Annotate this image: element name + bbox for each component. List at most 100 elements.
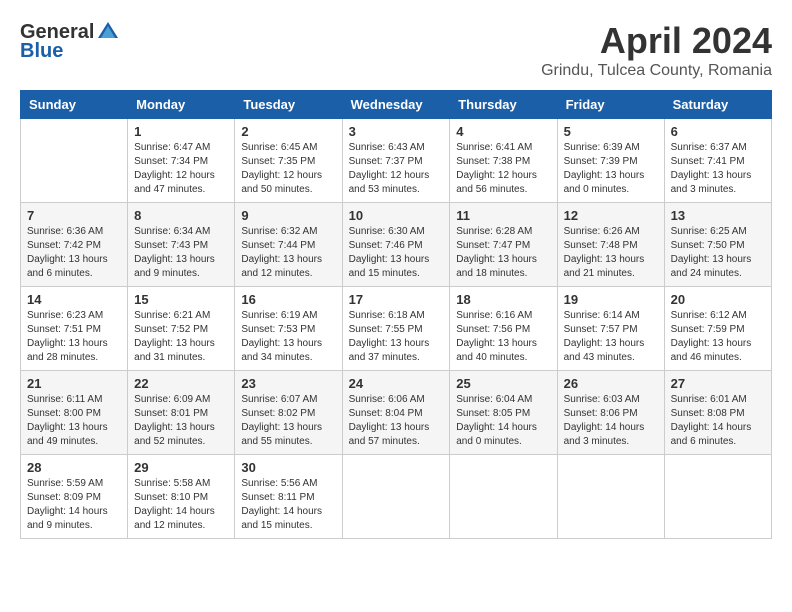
column-header-thursday: Thursday [450,91,557,119]
day-info: Sunrise: 6:32 AM Sunset: 7:44 PM Dayligh… [241,225,335,281]
day-number: 22 [134,376,228,391]
day-number: 25 [456,376,550,391]
day-info: Sunrise: 6:26 AM Sunset: 7:48 PM Dayligh… [564,225,658,281]
calendar-table: SundayMondayTuesdayWednesdayThursdayFrid… [20,90,772,539]
day-info: Sunrise: 6:34 AM Sunset: 7:43 PM Dayligh… [134,225,228,281]
calendar-cell: 15Sunrise: 6:21 AM Sunset: 7:52 PM Dayli… [128,287,235,371]
calendar-header-row: SundayMondayTuesdayWednesdayThursdayFrid… [21,91,772,119]
calendar-cell: 24Sunrise: 6:06 AM Sunset: 8:04 PM Dayli… [342,371,450,455]
calendar-cell: 18 Sunrise: 6:16 AM Sunset: 7:56 PM Dayli… [450,287,557,371]
calendar-cell: 9 Sunrise: 6:32 AM Sunset: 7:44 PM Daylig… [235,203,342,287]
calendar-week-2: 7 Sunrise: 6:36 AM Sunset: 7:42 PM Daylig… [21,203,772,287]
day-info: Sunrise: 6:43 AM Sunset: 7:37 PM Dayligh… [349,141,444,197]
day-info: Sunrise: 6:45 AM Sunset: 7:35 PM Dayligh… [241,141,335,197]
day-number: 19 [564,292,658,307]
calendar-cell: 13 Sunrise: 6:25 AM Sunset: 7:50 PM Dayli… [664,203,771,287]
day-info: Sunrise: 5:59 AM Sunset: 8:09 PM Dayligh… [27,477,121,533]
day-info: Sunrise: 6:47 AM Sunset: 7:34 PM Dayligh… [134,141,228,197]
location: Grindu, Tulcea County, Romania [541,62,772,80]
calendar-cell: 27 Sunrise: 6:01 AM Sunset: 8:08 PM Dayli… [664,371,771,455]
calendar-cell: 20 Sunrise: 6:12 AM Sunset: 7:59 PM Dayli… [664,287,771,371]
calendar-cell: 19 Sunrise: 6:14 AM Sunset: 7:57 PM Dayli… [557,287,664,371]
logo-icon [96,20,120,44]
calendar-cell: 25 Sunrise: 6:04 AM Sunset: 8:05 PM Dayli… [450,371,557,455]
title-block: April 2024 Grindu, Tulcea County, Romani… [541,20,772,80]
calendar-cell: 10 Sunrise: 6:30 AM Sunset: 7:46 PM Dayli… [342,203,450,287]
day-info: Sunrise: 6:01 AM Sunset: 8:08 PM Dayligh… [671,393,765,449]
day-number: 2 [241,124,335,139]
day-number: 30 [241,460,335,475]
day-number: 23 [241,376,335,391]
calendar-cell: 8Sunrise: 6:34 AM Sunset: 7:43 PM Daylig… [128,203,235,287]
calendar-cell: 30 Sunrise: 5:56 AM Sunset: 8:11 PM Dayli… [235,455,342,539]
calendar-cell [342,455,450,539]
day-number: 6 [671,124,765,139]
day-info: Sunrise: 6:14 AM Sunset: 7:57 PM Dayligh… [564,309,658,365]
calendar-cell: 17Sunrise: 6:18 AM Sunset: 7:55 PM Dayli… [342,287,450,371]
logo-blue-text: Blue [20,40,63,63]
day-info: Sunrise: 5:56 AM Sunset: 8:11 PM Dayligh… [241,477,335,533]
day-info: Sunrise: 6:25 AM Sunset: 7:50 PM Dayligh… [671,225,765,281]
day-number: 5 [564,124,658,139]
day-info: Sunrise: 6:36 AM Sunset: 7:42 PM Dayligh… [27,225,121,281]
calendar-cell: 26 Sunrise: 6:03 AM Sunset: 8:06 PM Dayli… [557,371,664,455]
day-info: Sunrise: 6:23 AM Sunset: 7:51 PM Dayligh… [27,309,121,365]
day-info: Sunrise: 6:41 AM Sunset: 7:38 PM Dayligh… [456,141,550,197]
day-info: Sunrise: 6:09 AM Sunset: 8:01 PM Dayligh… [134,393,228,449]
day-number: 13 [671,208,765,223]
calendar-cell: 12 Sunrise: 6:26 AM Sunset: 7:48 PM Dayli… [557,203,664,287]
day-number: 15 [134,292,228,307]
calendar-cell: 28Sunrise: 5:59 AM Sunset: 8:09 PM Dayli… [21,455,128,539]
page-header: General Blue April 2024 Grindu, Tulcea C… [20,20,772,80]
day-number: 21 [27,376,121,391]
month-title: April 2024 [541,20,772,62]
calendar-cell: 29 Sunrise: 5:58 AM Sunset: 8:10 PM Dayli… [128,455,235,539]
calendar-week-1: 1 Sunrise: 6:47 AM Sunset: 7:34 PM Daylig… [21,119,772,203]
calendar-week-5: 28Sunrise: 5:59 AM Sunset: 8:09 PM Dayli… [21,455,772,539]
column-header-tuesday: Tuesday [235,91,342,119]
day-number: 7 [27,208,121,223]
day-number: 14 [27,292,121,307]
day-number: 11 [456,208,550,223]
calendar-cell: 6Sunrise: 6:37 AM Sunset: 7:41 PM Daylig… [664,119,771,203]
calendar-cell: 1 Sunrise: 6:47 AM Sunset: 7:34 PM Daylig… [128,119,235,203]
calendar-cell: 21Sunrise: 6:11 AM Sunset: 8:00 PM Dayli… [21,371,128,455]
day-number: 16 [241,292,335,307]
day-number: 3 [349,124,444,139]
calendar-cell [557,455,664,539]
day-number: 12 [564,208,658,223]
day-number: 29 [134,460,228,475]
day-info: Sunrise: 6:04 AM Sunset: 8:05 PM Dayligh… [456,393,550,449]
calendar-cell: 7 Sunrise: 6:36 AM Sunset: 7:42 PM Daylig… [21,203,128,287]
calendar-cell: 2 Sunrise: 6:45 AM Sunset: 7:35 PM Daylig… [235,119,342,203]
day-info: Sunrise: 6:30 AM Sunset: 7:46 PM Dayligh… [349,225,444,281]
logo: General Blue [20,20,120,63]
calendar-cell: 23 Sunrise: 6:07 AM Sunset: 8:02 PM Dayli… [235,371,342,455]
calendar-cell: 14 Sunrise: 6:23 AM Sunset: 7:51 PM Dayli… [21,287,128,371]
calendar-cell: 11Sunrise: 6:28 AM Sunset: 7:47 PM Dayli… [450,203,557,287]
day-info: Sunrise: 5:58 AM Sunset: 8:10 PM Dayligh… [134,477,228,533]
day-info: Sunrise: 6:12 AM Sunset: 7:59 PM Dayligh… [671,309,765,365]
calendar-week-4: 21Sunrise: 6:11 AM Sunset: 8:00 PM Dayli… [21,371,772,455]
day-number: 10 [349,208,444,223]
day-number: 24 [349,376,444,391]
column-header-saturday: Saturday [664,91,771,119]
day-number: 17 [349,292,444,307]
day-number: 18 [456,292,550,307]
day-info: Sunrise: 6:03 AM Sunset: 8:06 PM Dayligh… [564,393,658,449]
calendar-cell [450,455,557,539]
day-info: Sunrise: 6:16 AM Sunset: 7:56 PM Dayligh… [456,309,550,365]
calendar-cell: 3 Sunrise: 6:43 AM Sunset: 7:37 PM Daylig… [342,119,450,203]
day-number: 26 [564,376,658,391]
column-header-wednesday: Wednesday [342,91,450,119]
day-info: Sunrise: 6:07 AM Sunset: 8:02 PM Dayligh… [241,393,335,449]
day-number: 1 [134,124,228,139]
day-number: 9 [241,208,335,223]
day-info: Sunrise: 6:39 AM Sunset: 7:39 PM Dayligh… [564,141,658,197]
column-header-sunday: Sunday [21,91,128,119]
day-number: 27 [671,376,765,391]
day-number: 4 [456,124,550,139]
calendar-cell: 16Sunrise: 6:19 AM Sunset: 7:53 PM Dayli… [235,287,342,371]
day-number: 20 [671,292,765,307]
calendar-cell: 22 Sunrise: 6:09 AM Sunset: 8:01 PM Dayli… [128,371,235,455]
